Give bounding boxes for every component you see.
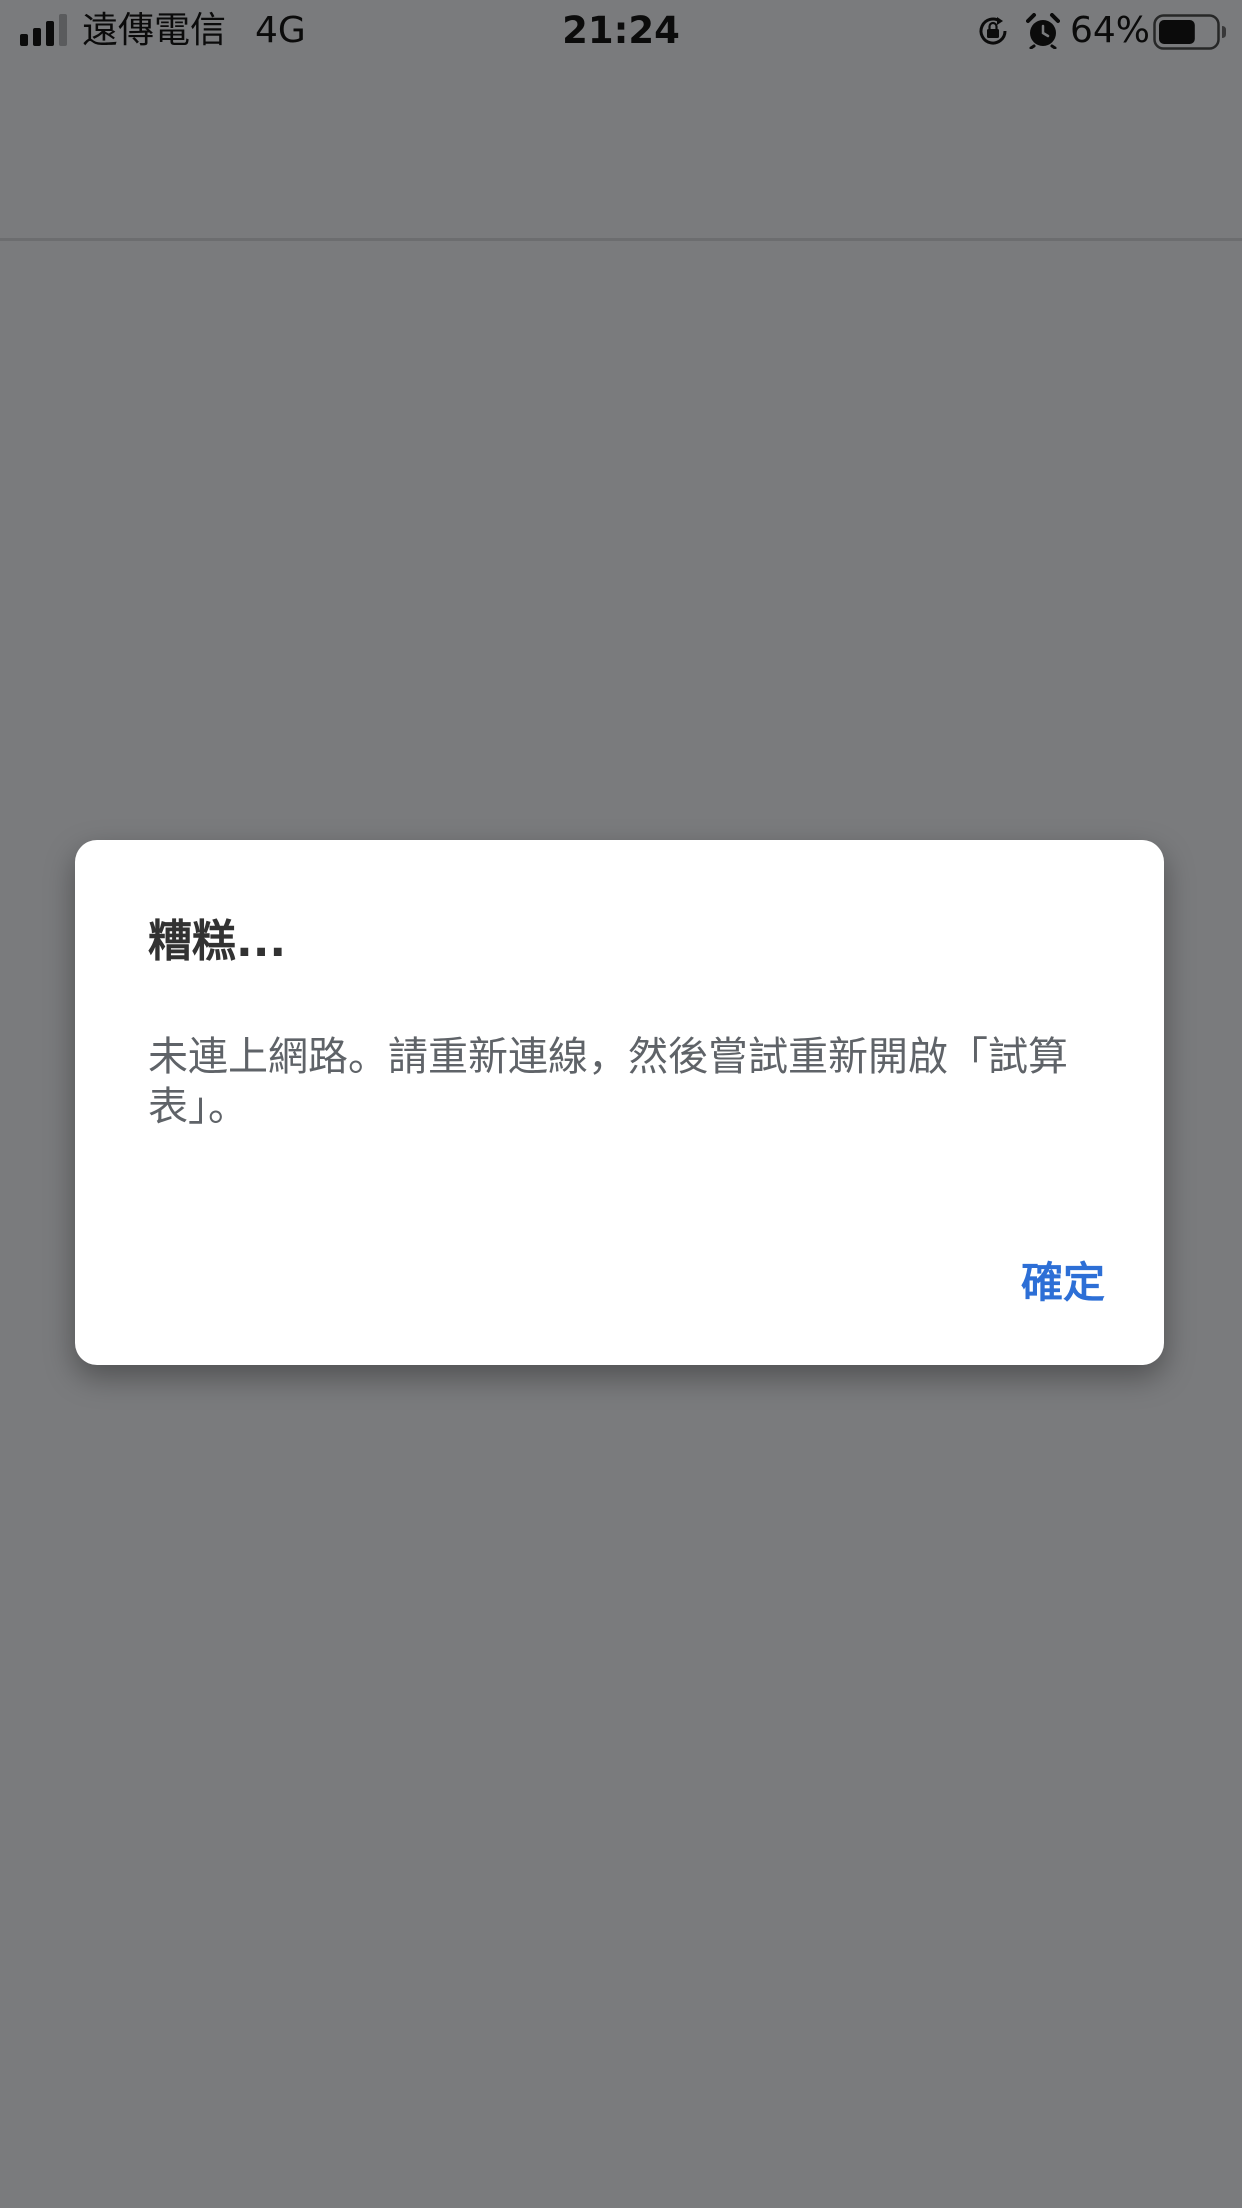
alarm-icon: [1026, 13, 1060, 49]
orientation-lock-icon: [979, 17, 1007, 45]
ok-button[interactable]: 確定: [1017, 1254, 1109, 1312]
battery-percentage: 64%: [1070, 10, 1151, 51]
dialog-message: 未連上網路。請重新連線，然後嘗試重新開啟「試算表」。: [148, 1034, 1068, 1130]
dialog-title: 糟糕...: [148, 916, 287, 967]
battery-fill: [1159, 20, 1195, 44]
battery-icon: [1153, 14, 1226, 50]
app-toolbar: [0, 62, 1242, 241]
status-bar: 遠傳電信 4G 21:24 64%: [0, 0, 1242, 62]
offline-alert-dialog: 糟糕... 未連上網路。請重新連線，然後嘗試重新開啟「試算表」。 確定: [75, 840, 1164, 1365]
